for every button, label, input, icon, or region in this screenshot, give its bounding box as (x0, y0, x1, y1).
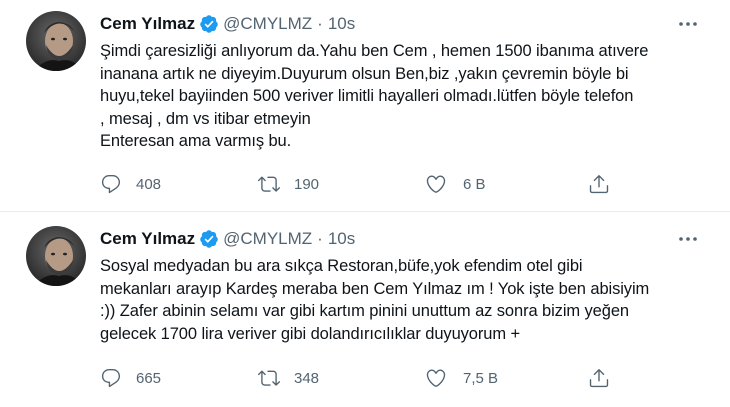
tweet-text-line: Enteresan ama varmış bu. (100, 132, 292, 150)
tweet-text-line: , mesaj , dm vs itibar etmeyin (100, 109, 311, 128)
tweet-text: Sosyal medyadan bu ara sıkça Restoran,bü… (100, 255, 720, 345)
like-icon (426, 369, 446, 387)
retweet-icon (258, 176, 280, 192)
reply-icon (101, 369, 121, 388)
like-button[interactable]: 7,5 B (425, 365, 498, 391)
avatar[interactable] (26, 226, 86, 286)
reply-count: 408 (136, 175, 162, 193)
like-count: 6 B (463, 175, 486, 193)
tweet-text-line: huyu,tekel bayiinden 500 veriver limitli… (100, 87, 634, 105)
share-icon (589, 369, 609, 388)
more-options-icon[interactable] (676, 227, 700, 251)
share-button[interactable] (588, 365, 610, 391)
like-count: 7,5 B (463, 369, 499, 387)
share-button[interactable] (588, 171, 610, 197)
more-options-icon[interactable] (676, 12, 700, 36)
reply-button[interactable]: 665 (100, 365, 161, 391)
retweet-count: 190 (294, 175, 320, 193)
tweet-text-line: inanana artık ne diyeyim.Duyurum olsun B… (100, 64, 629, 83)
separator-dot: · (317, 229, 323, 248)
reply-button[interactable]: 408 (100, 171, 161, 197)
verified-badge-icon (199, 229, 219, 249)
tweet-actions: 665 348 7,5 B (100, 365, 620, 391)
share-icon (589, 175, 609, 194)
tweet-text-line: gelecek 1700 lira veriver gibi dolandırı… (100, 324, 521, 343)
tweet-header: Cem Yılmaz @CMYLMZ · 10s (100, 12, 355, 36)
tweet-text: Şimdi çaresizliği anlıyorum da.Yahu ben … (100, 40, 720, 153)
author-name[interactable]: Cem Yılmaz (100, 14, 195, 34)
retweet-count: 348 (294, 369, 320, 387)
tweet-timestamp[interactable]: 10s (328, 14, 355, 34)
tweet[interactable]: Cem Yılmaz @CMYLMZ · 10s Şimdi çaresizli… (0, 0, 730, 212)
author-handle[interactable]: @CMYLMZ (223, 14, 312, 34)
like-icon (426, 175, 446, 193)
tweet-text-line: mekanları arayıp Kardeş meraba ben Cem Y… (100, 279, 650, 298)
avatar[interactable] (26, 11, 86, 71)
retweet-button[interactable]: 348 (258, 365, 319, 391)
tweet-header: Cem Yılmaz @CMYLMZ · 10s (100, 227, 355, 251)
tweet-feed: Cem Yılmaz @CMYLMZ · 10s Şimdi çaresizli… (0, 0, 730, 407)
tweet-text-line: :)) Zafer abinin selamı var gibi kartım … (100, 302, 629, 320)
tweet[interactable]: Cem Yılmaz @CMYLMZ · 10s Sosyal medyadan… (0, 213, 730, 407)
reply-count: 665 (136, 369, 162, 387)
author-handle[interactable]: @CMYLMZ (223, 229, 312, 249)
tweet-timestamp[interactable]: 10s (328, 229, 355, 249)
verified-badge-icon (199, 14, 219, 34)
tweet-text-line: Şimdi çaresizliği anlıyorum da.Yahu ben … (100, 42, 649, 60)
avatar-image (26, 226, 86, 286)
separator-dot: · (317, 14, 323, 33)
reply-icon (101, 175, 121, 194)
author-name[interactable]: Cem Yılmaz (100, 229, 195, 249)
avatar-image (26, 11, 86, 71)
tweet-actions: 408 190 6 B (100, 171, 620, 197)
retweet-button[interactable]: 190 (258, 171, 319, 197)
like-button[interactable]: 6 B (425, 171, 486, 197)
retweet-icon (258, 370, 280, 386)
tweet-text-line: Sosyal medyadan bu ara sıkça Restoran,bü… (100, 257, 583, 275)
